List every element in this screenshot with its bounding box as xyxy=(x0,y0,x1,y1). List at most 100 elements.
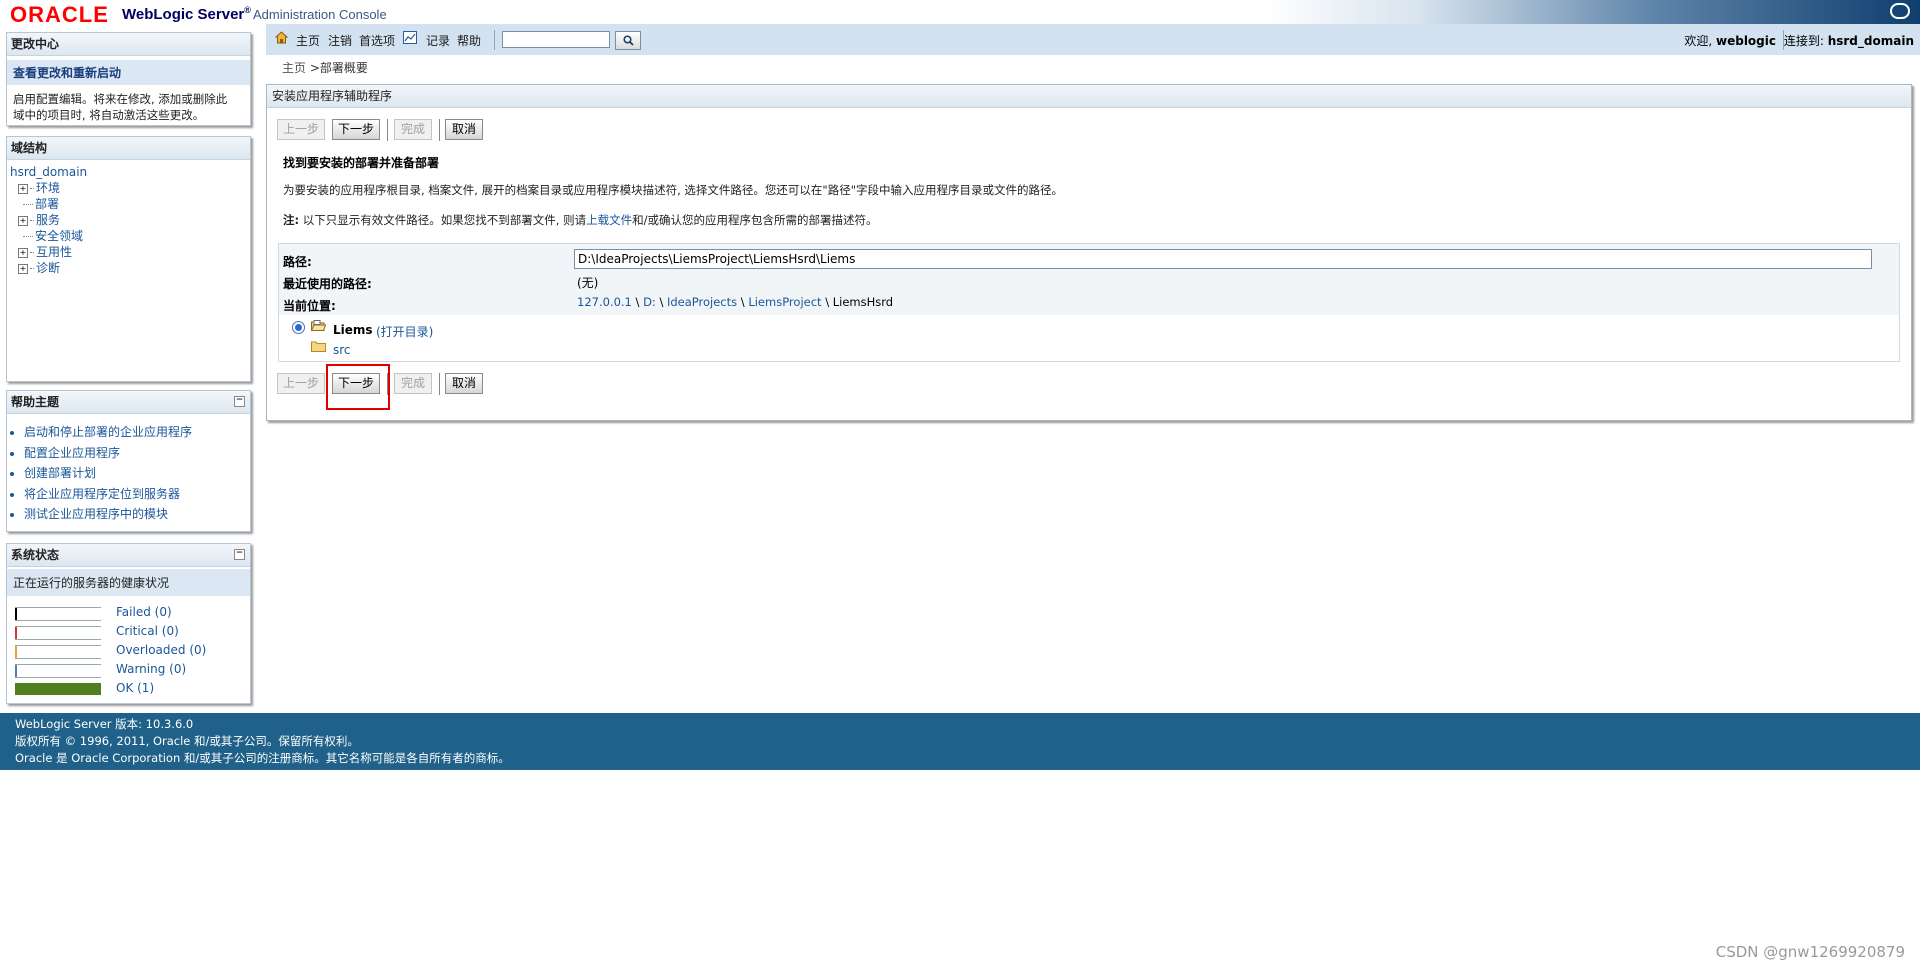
help-topic-link[interactable]: 创建部署计划 xyxy=(24,463,250,484)
tree-item: + 互用性 xyxy=(10,244,247,260)
back-button[interactable]: 上一步 xyxy=(277,373,325,394)
liems-radio[interactable] xyxy=(292,321,305,334)
registered-mark: ® xyxy=(244,5,251,15)
system-status-subtitle: 正在运行的服务器的健康状况 xyxy=(7,569,250,596)
location-segment[interactable]: IdeaProjects xyxy=(667,295,737,309)
tree-item-label[interactable]: 互用性 xyxy=(36,245,72,259)
expand-icon[interactable]: + xyxy=(18,183,28,194)
app-header: ORACLE WebLogic Server® Administration C… xyxy=(0,0,1920,27)
tree-connector xyxy=(23,204,33,205)
upload-files-link[interactable]: 上载文件 xyxy=(586,213,632,227)
health-bar xyxy=(15,626,101,640)
src-folder-link[interactable]: src xyxy=(333,343,351,357)
tree-item-label[interactable]: 安全领域 xyxy=(35,229,83,243)
toolbar-home-link[interactable]: 主页 xyxy=(296,32,320,49)
status-row: Failed (0) xyxy=(15,604,250,623)
button-divider xyxy=(439,119,440,141)
connected-prefix: 连接到: xyxy=(1783,34,1828,48)
tree-item-label[interactable]: 服务 xyxy=(36,213,60,227)
search-button[interactable] xyxy=(615,31,641,50)
path-label: 路径: xyxy=(283,255,312,269)
oracle-logo: ORACLE xyxy=(10,2,109,27)
system-status-title-text: 系统状态 xyxy=(11,548,60,562)
health-bar xyxy=(15,607,101,621)
finish-button[interactable]: 完成 xyxy=(394,119,432,140)
status-row: OK (1) xyxy=(15,680,250,699)
next-button-highlight xyxy=(326,364,390,410)
status-row: Critical (0) xyxy=(15,623,250,642)
current-location-label: 当前位置: xyxy=(283,299,336,313)
status-label-link[interactable]: Warning (0) xyxy=(116,662,186,676)
welcome-text: 欢迎, weblogic xyxy=(1684,32,1776,49)
search-icon xyxy=(622,35,634,46)
button-divider xyxy=(439,373,440,395)
note-label: 注: xyxy=(283,213,300,227)
domain-root-link[interactable]: hsrd_domain xyxy=(10,164,247,180)
collapse-icon[interactable]: − xyxy=(234,549,245,560)
connected-domain: hsrd_domain xyxy=(1827,34,1914,48)
status-label-link[interactable]: Critical (0) xyxy=(116,624,179,638)
health-bar-fill xyxy=(15,608,17,620)
help-topic-link[interactable]: 将企业应用程序定位到服务器 xyxy=(24,484,250,505)
footer: WebLogic Server 版本: 10.3.6.0 版权所有 © 1996… xyxy=(0,713,1920,770)
help-topic-link[interactable]: 测试企业应用程序中的模块 xyxy=(24,504,250,525)
footer-trademark: Oracle 是 Oracle Corporation 和/或其子公司的注册商标… xyxy=(15,751,510,765)
health-bar-fill xyxy=(15,683,101,695)
tree-item-label[interactable]: 诊断 xyxy=(36,261,60,275)
file-list: Liems (打开目录) src xyxy=(278,315,1900,362)
tree-connector xyxy=(30,220,34,221)
product-name: WebLogic Server® xyxy=(122,5,251,23)
tree-item-label[interactable]: 部署 xyxy=(35,197,59,211)
domain-structure-panel: 域结构 hsrd_domain + 环境 部署 + 服务 安全领域 + 互用性 + 诊断 xyxy=(6,136,251,382)
tree-item-label[interactable]: 环境 xyxy=(36,181,60,195)
toolbar-preferences-link[interactable]: 首选项 xyxy=(359,32,395,49)
help-topic-link[interactable]: 启动和停止部署的企业应用程序 xyxy=(24,422,250,443)
breadcrumb: 主页 >部署概要 xyxy=(282,59,368,76)
toolbar-logout-link[interactable]: 注销 xyxy=(328,32,352,49)
help-topics-panel: 帮助主题 − 启动和停止部署的企业应用程序配置企业应用程序创建部署计划将企业应用… xyxy=(6,390,251,532)
recent-path-label: 最近使用的路径: xyxy=(283,277,372,291)
open-directory-link[interactable]: (打开目录) xyxy=(376,323,433,340)
search-input[interactable] xyxy=(502,31,610,48)
breadcrumb-home-link[interactable]: 主页 xyxy=(282,61,306,75)
status-label-link[interactable]: Failed (0) xyxy=(116,605,172,619)
tree-connector xyxy=(30,252,34,253)
finish-button[interactable]: 完成 xyxy=(394,373,432,394)
toolbar-record-link[interactable]: 记录 xyxy=(426,32,450,49)
change-center-description: 启用配置编辑。将来在修改, 添加或删除此 域中的项目时, 将自动激活这些更改。 xyxy=(7,85,250,129)
domain-tree: + 环境部署 + 服务安全领域 + 互用性 + 诊断 xyxy=(10,180,247,276)
welcome-user: weblogic xyxy=(1716,34,1776,48)
location-segment[interactable]: 127.0.0.1 xyxy=(577,295,632,309)
tree-connector xyxy=(30,188,34,189)
tree-item: 安全领域 xyxy=(10,228,247,244)
expand-icon[interactable]: + xyxy=(18,215,28,226)
location-separator: \ xyxy=(737,295,749,309)
help-topic-link[interactable]: 配置企业应用程序 xyxy=(24,443,250,464)
location-segment[interactable]: D: xyxy=(643,295,656,309)
change-desc-line2: 域中的项目时, 将自动激活这些更改。 xyxy=(13,108,205,122)
cancel-button[interactable]: 取消 xyxy=(445,119,483,140)
home-icon[interactable] xyxy=(275,31,288,44)
connected-domain-text: 连接到: hsrd_domain xyxy=(1784,32,1914,49)
back-button[interactable]: 上一步 xyxy=(277,119,325,140)
expand-icon[interactable]: + xyxy=(18,263,28,274)
status-label-link[interactable]: Overloaded (0) xyxy=(116,643,206,657)
tree-item: + 诊断 xyxy=(10,260,247,276)
expand-icon[interactable]: + xyxy=(18,247,28,258)
next-button[interactable]: 下一步 xyxy=(332,119,380,140)
health-bar xyxy=(15,664,101,678)
view-changes-link[interactable]: 查看更改和重新启动 xyxy=(13,66,121,80)
toolbar-help-link[interactable]: 帮助 xyxy=(457,32,481,49)
status-label-link[interactable]: OK (1) xyxy=(116,681,154,695)
collapse-icon[interactable]: − xyxy=(234,396,245,407)
footer-version: WebLogic Server 版本: 10.3.6.0 xyxy=(15,717,194,731)
health-bar-fill xyxy=(15,665,17,677)
cancel-button[interactable]: 取消 xyxy=(445,373,483,394)
location-segment[interactable]: LiemsProject xyxy=(748,295,821,309)
wizard-title: 安装应用程序辅助程序 xyxy=(267,85,1911,108)
tree-connector xyxy=(30,268,34,269)
record-icon[interactable] xyxy=(403,31,417,44)
install-wizard-panel: 安装应用程序辅助程序 上一步 下一步 完成 取消 找到要安装的部署并准备部署 为… xyxy=(266,84,1912,421)
help-topics-title: 帮助主题 − xyxy=(7,391,250,414)
path-input[interactable]: D:\IdeaProjects\LiemsProject\LiemsHsrd\L… xyxy=(574,249,1872,269)
